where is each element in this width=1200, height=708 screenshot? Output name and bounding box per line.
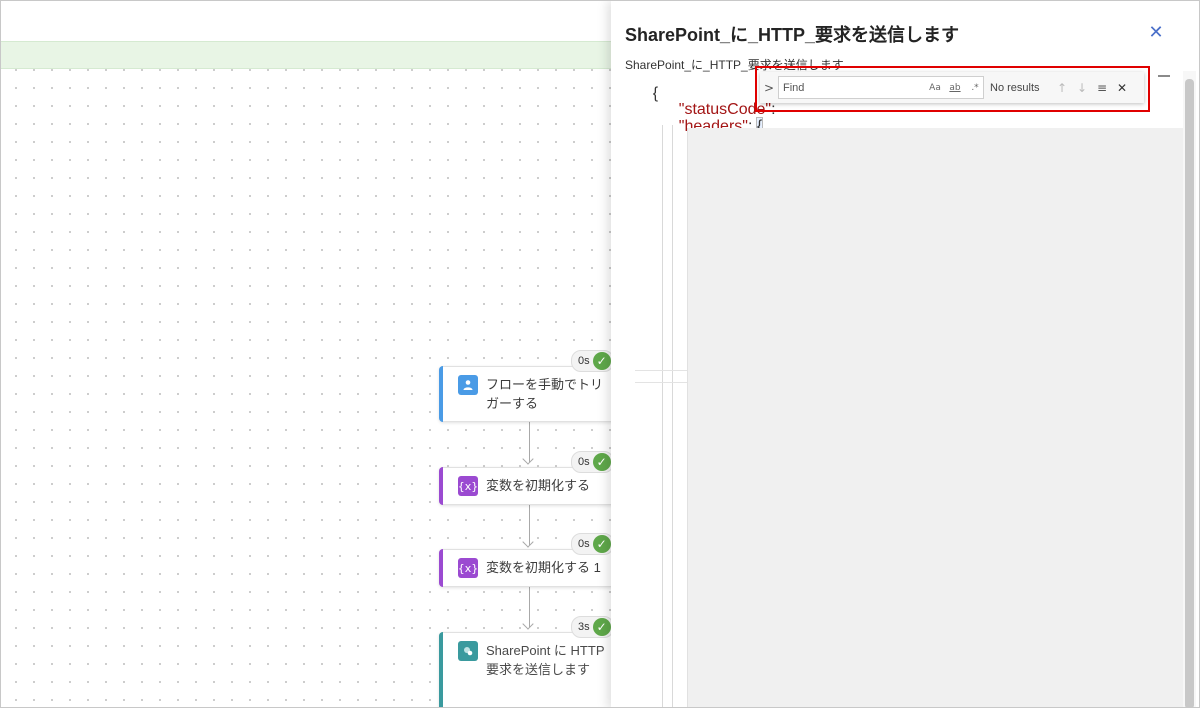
scrollbar-thumb[interactable] (1185, 79, 1194, 707)
flow-canvas[interactable]: フローを手動でトリ ガーする 0s ✓ {x} 変数を初期化する 0s ✓ {x… (1, 1, 619, 707)
indent-guide (672, 125, 673, 707)
canvas-top-bar (1, 1, 613, 41)
duration-badge: 0s ✓ (571, 533, 614, 555)
connector-arrow (522, 536, 534, 548)
duration-text: 0s (578, 538, 590, 550)
manual-trigger-icon (458, 375, 478, 395)
node-label: フローを手動でトリ ガーする (486, 377, 604, 411)
flow-node-manual-trigger[interactable]: フローを手動でトリ ガーする (439, 366, 619, 422)
node-label: SharePoint に HTTP 要求を送信します (486, 643, 605, 677)
duration-text: 0s (578, 456, 590, 468)
success-check-icon: ✓ (592, 535, 611, 553)
node-label: 変数を初期化する (486, 478, 591, 493)
editor-scrollbar[interactable] (1183, 71, 1196, 707)
code-line: { (635, 74, 658, 113)
success-banner (1, 41, 613, 69)
annotation-highlight-box (755, 66, 1150, 112)
minimap-marker (1158, 75, 1170, 77)
panel-title: SharePoint_に_HTTP_要求を送信します (625, 25, 960, 45)
duration-badge: 3s ✓ (571, 616, 614, 638)
flow-node-sharepoint-http[interactable]: SharePoint に HTTP 要求を送信します (439, 632, 619, 707)
sharepoint-icon (458, 641, 478, 661)
success-check-icon: ✓ (592, 618, 611, 636)
duration-text: 0s (578, 355, 590, 367)
connector-arrow (522, 618, 534, 630)
node-label: 変数を初期化する 1 (486, 560, 601, 575)
code-divider (635, 370, 687, 371)
code-brace: { (652, 85, 659, 102)
success-check-icon: ✓ (592, 453, 611, 471)
code-divider (635, 382, 687, 383)
close-icon[interactable]: ✕ (1145, 21, 1167, 43)
connector-arrow (522, 453, 534, 465)
indent-guide (662, 125, 663, 707)
variable-icon: {x} (458, 558, 478, 578)
variable-icon: {x} (458, 476, 478, 496)
success-check-icon: ✓ (592, 352, 611, 370)
duration-badge: 0s ✓ (571, 451, 614, 473)
app-window: フローを手動でトリ ガーする 0s ✓ {x} 変数を初期化する 0s ✓ {x… (0, 0, 1200, 708)
duration-text: 3s (578, 621, 590, 633)
editor-empty-area (687, 128, 1183, 707)
duration-badge: 0s ✓ (571, 350, 614, 372)
